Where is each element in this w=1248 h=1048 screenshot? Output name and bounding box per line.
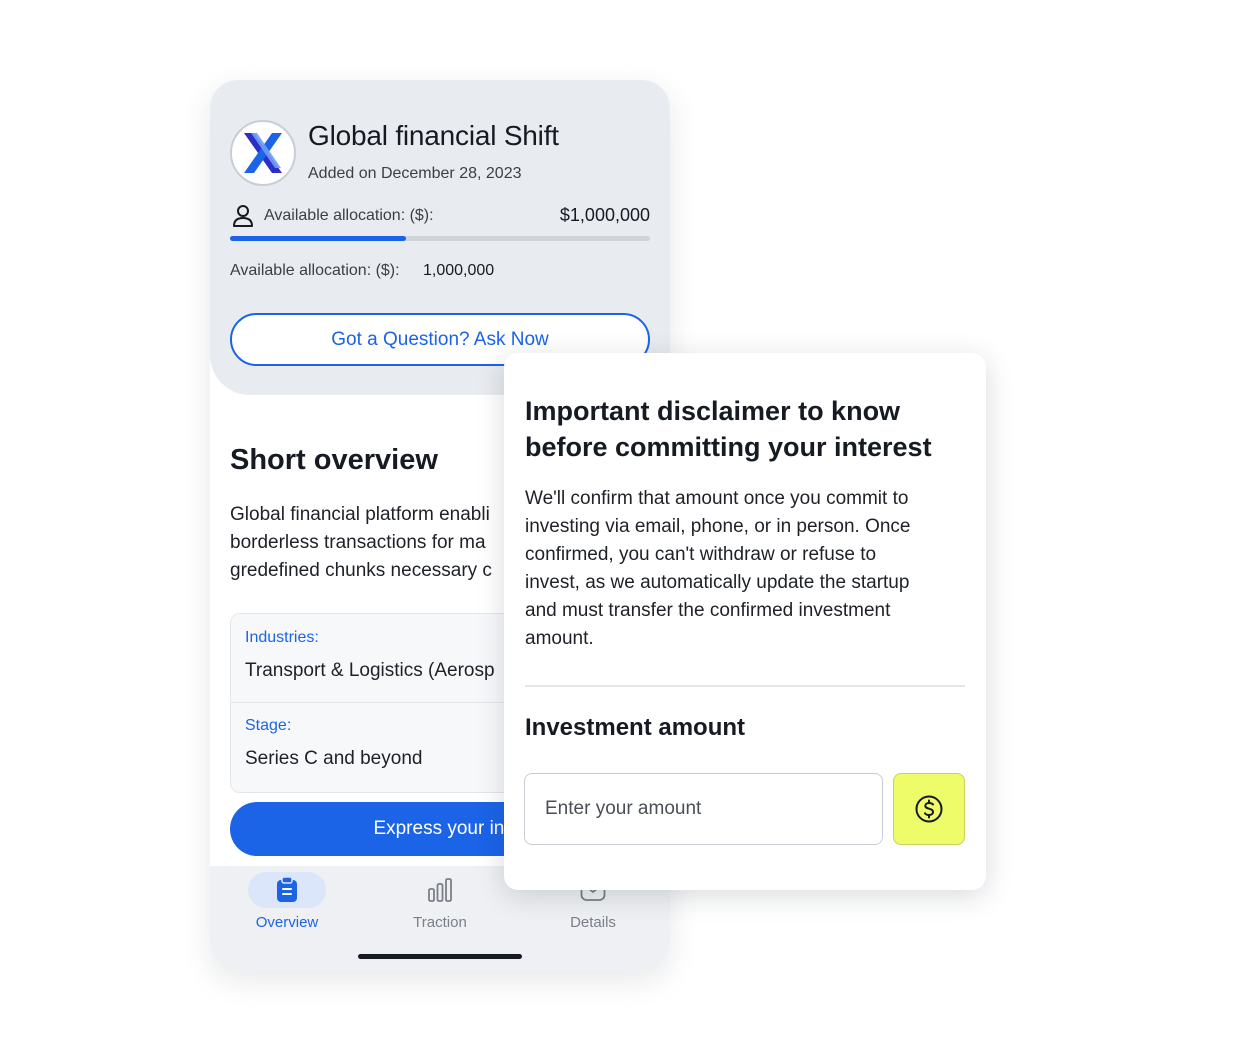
user-icon — [233, 205, 253, 227]
clipboard-icon — [277, 877, 297, 902]
investment-amount-title: Investment amount — [525, 714, 746, 741]
overview-title: Short overview — [230, 444, 438, 476]
allocation-progress-fill — [230, 236, 407, 241]
nav-label-details: Details — [570, 914, 616, 931]
disclaimer-modal: Important disclaimer to know before comm… — [504, 353, 986, 890]
industries-value: Transport & Logistics (Aerosp — [245, 660, 495, 681]
stage-label: Stage: — [245, 717, 292, 734]
nav-icon-traction-wrap — [401, 872, 479, 908]
nav-item-traction[interactable]: Traction — [363, 866, 517, 946]
company-name: Global financial Shift — [308, 120, 559, 151]
home-indicator — [358, 954, 522, 959]
nav-label-traction: Traction — [413, 914, 467, 931]
nav-label-overview: Overview — [255, 914, 319, 931]
allocation-progress-bar — [230, 236, 650, 241]
bar-chart-icon — [428, 878, 452, 902]
currency-button[interactable] — [893, 773, 965, 845]
industries-label: Industries: — [245, 629, 319, 646]
x-logo-icon — [244, 133, 282, 173]
nav-item-overview[interactable]: Overview — [210, 866, 364, 946]
nav-icon-overview-wrap — [248, 872, 326, 908]
disclaimer-title: Important disclaimer to know before comm… — [525, 396, 932, 462]
allocation-row: Available allocation: ($): $1,000,000 — [230, 204, 650, 228]
dollar-circle-icon — [915, 795, 943, 823]
added-on-date: Added on December 28, 2023 — [308, 165, 522, 182]
allocation-label: Available allocation: ($): — [264, 207, 434, 224]
investment-amount-input[interactable] — [524, 773, 883, 845]
allocation-line-label: Available allocation: ($): — [230, 262, 400, 279]
deal-summary-panel: Global financial Shift Added on December… — [210, 80, 670, 395]
modal-divider — [525, 685, 965, 687]
company-logo — [230, 120, 296, 186]
stage-value: Series C and beyond — [245, 748, 423, 769]
disclaimer-text: We'll confirm that amount once you commi… — [525, 488, 911, 649]
allocation-line-value: 1,000,000 — [423, 262, 495, 279]
allocation-amount: $1,000,000 — [559, 205, 650, 225]
